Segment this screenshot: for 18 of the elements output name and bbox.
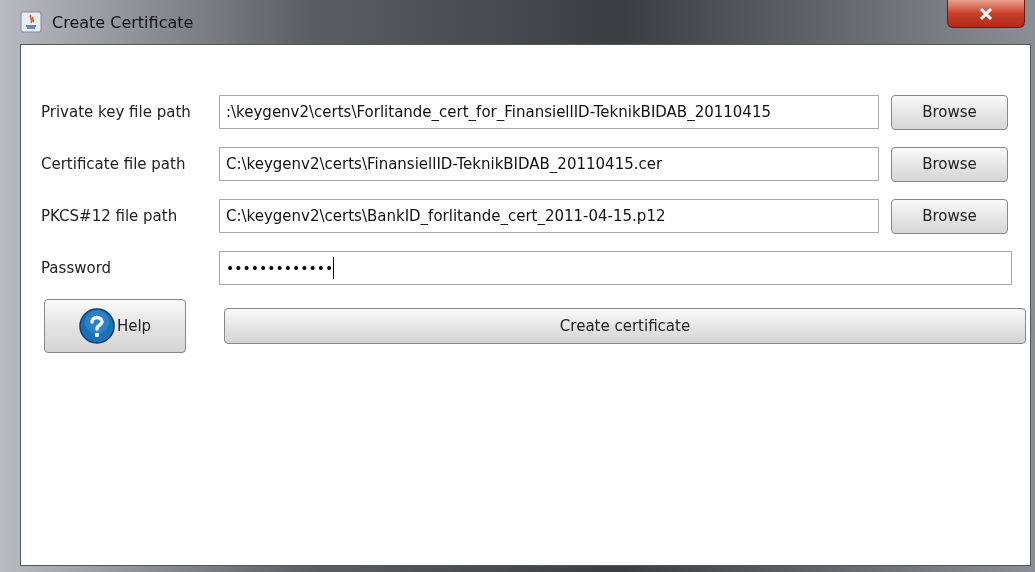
field-label: Password [41,259,113,277]
browse-button[interactable]: Browse [891,198,1008,234]
help-icon [78,308,115,344]
path-field[interactable]: C:\keygenv2\certs\BankID_forlitande_cert_2011-04-15.p12 [219,199,879,233]
window-title: Create Certificate [52,12,194,32]
field-label: PKCS#12 file path [41,207,179,225]
create-certificate-button[interactable]: Create certificate [224,308,1026,344]
browse-button[interactable]: Browse [891,146,1008,182]
field-label: Certificate file path [41,155,187,173]
close-icon [979,7,993,20]
path-field[interactable]: C:\keygenv2\certs\FinansiellID-TeknikBIDAB_20110415.cer [219,147,879,181]
help-button[interactable]: Help [44,299,186,353]
close-button[interactable] [947,0,1025,28]
browse-button[interactable]: Browse [891,94,1008,130]
cup-icon [20,11,42,33]
password-field[interactable]: ••••••••••••• [219,251,1012,285]
field-label: Private key file path [41,103,192,121]
path-field[interactable]: :\keygenv2\certs\Forlitande_cert_for_FinansiellID-TeknikBIDAB_20110415 [219,95,879,129]
